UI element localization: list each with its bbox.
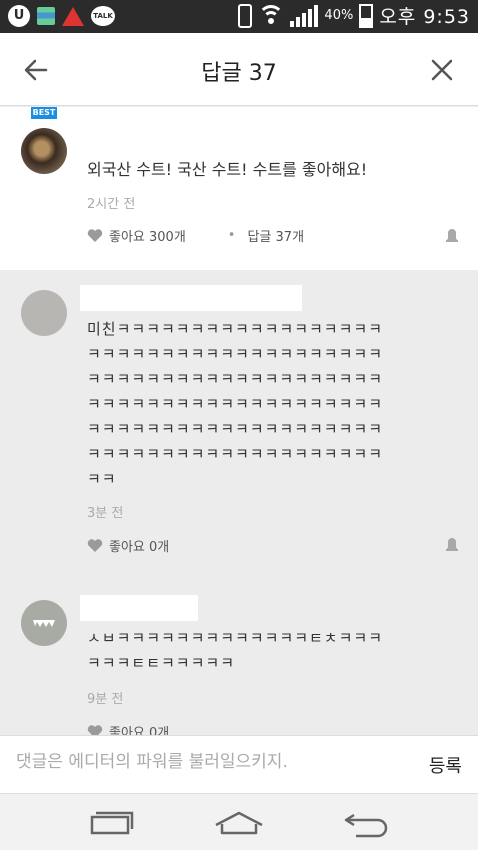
username-redacted (80, 285, 302, 311)
comment-actions: 좋아요 0개 (87, 722, 169, 735)
submit-button[interactable]: 등록 (429, 752, 462, 778)
home-icon[interactable] (212, 807, 266, 839)
battery-icon (359, 3, 374, 28)
monster-face-icon (33, 620, 55, 627)
heart-icon[interactable] (87, 228, 103, 243)
username-redacted (80, 595, 198, 621)
comment-text: 외국산 수트! 국산 수트! 수트를 좋아해요! (87, 160, 368, 179)
comment-actions: 좋아요 300개 • 답글 37개 (87, 226, 304, 245)
wifi-icon (258, 4, 285, 27)
like-count[interactable]: 좋아요 0개 (109, 536, 169, 555)
comment-list[interactable]: 미친ㅋㅋㅋㅋㅋㅋㅋㅋㅋㅋㅋㅋㅋㅋㅋㅋㅋㅋㅋㅋㅋㅋㅋㅋㅋㅋㅋㅋㅋㅋㅋㅋㅋㅋㅋㅋㅋㅋ… (0, 270, 478, 735)
heart-icon[interactable] (87, 724, 103, 735)
back-nav-icon[interactable] (340, 807, 394, 839)
like-count[interactable]: 좋아요 300개 (109, 226, 186, 245)
comment-actions: 좋아요 0개 (87, 536, 169, 555)
status-bar: U TALK 40% 오후 9:53 (0, 0, 478, 33)
system-nav-bar (0, 793, 478, 850)
reply-input-bar: 등록 (0, 735, 478, 793)
reply-input[interactable] (16, 752, 346, 772)
avatar[interactable] (21, 128, 67, 174)
page-title: 답글 37 (201, 61, 277, 86)
clock: 오후 9:53 (379, 6, 470, 28)
best-badge: BEST (31, 107, 57, 119)
kakaotalk-icon: TALK (91, 6, 115, 26)
comment-time: 3분 전 (87, 506, 124, 521)
like-count[interactable]: 좋아요 0개 (109, 722, 169, 735)
reply-count[interactable]: 답글 37개 (247, 226, 304, 245)
warning-icon (62, 6, 84, 26)
close-button[interactable] (424, 53, 460, 87)
comment-text: 미친ㅋㅋㅋㅋㅋㅋㅋㅋㅋㅋㅋㅋㅋㅋㅋㅋㅋㅋㅋㅋㅋㅋㅋㅋㅋㅋㅋㅋㅋㅋㅋㅋㅋㅋㅋㅋㅋㅋ… (87, 320, 384, 488)
report-icon[interactable] (444, 536, 460, 552)
heart-icon[interactable] (87, 538, 103, 553)
comment-text: ㅅㅂㅋㅋㅋㅋㅋㅋㅋㅋㅋㅋㅋㅋㅋㅌㅊㅋㅋㅋㅋㅋㅋㅌㅌㅋㅋㅋㅋㅋ (87, 629, 384, 672)
recent-apps-icon[interactable] (84, 807, 138, 839)
avatar[interactable] (21, 600, 67, 646)
battery-percent: 40% (324, 8, 354, 23)
separator-dot: • (227, 228, 236, 243)
signal-icon (290, 4, 319, 27)
vibrate-icon (238, 3, 253, 28)
best-comment: BEST 외국산 수트! 국산 수트! 수트를 좋아해요! 2시간 전 좋아요 … (0, 107, 478, 270)
comment-time: 9분 전 (87, 692, 124, 707)
avatar[interactable] (21, 290, 67, 336)
comment-time: 2시간 전 (87, 197, 136, 212)
report-icon[interactable] (444, 227, 460, 243)
close-icon (431, 59, 453, 81)
notes-icon (37, 7, 55, 25)
u-plus-icon: U (8, 5, 30, 27)
header: 답글 37 (0, 33, 478, 106)
